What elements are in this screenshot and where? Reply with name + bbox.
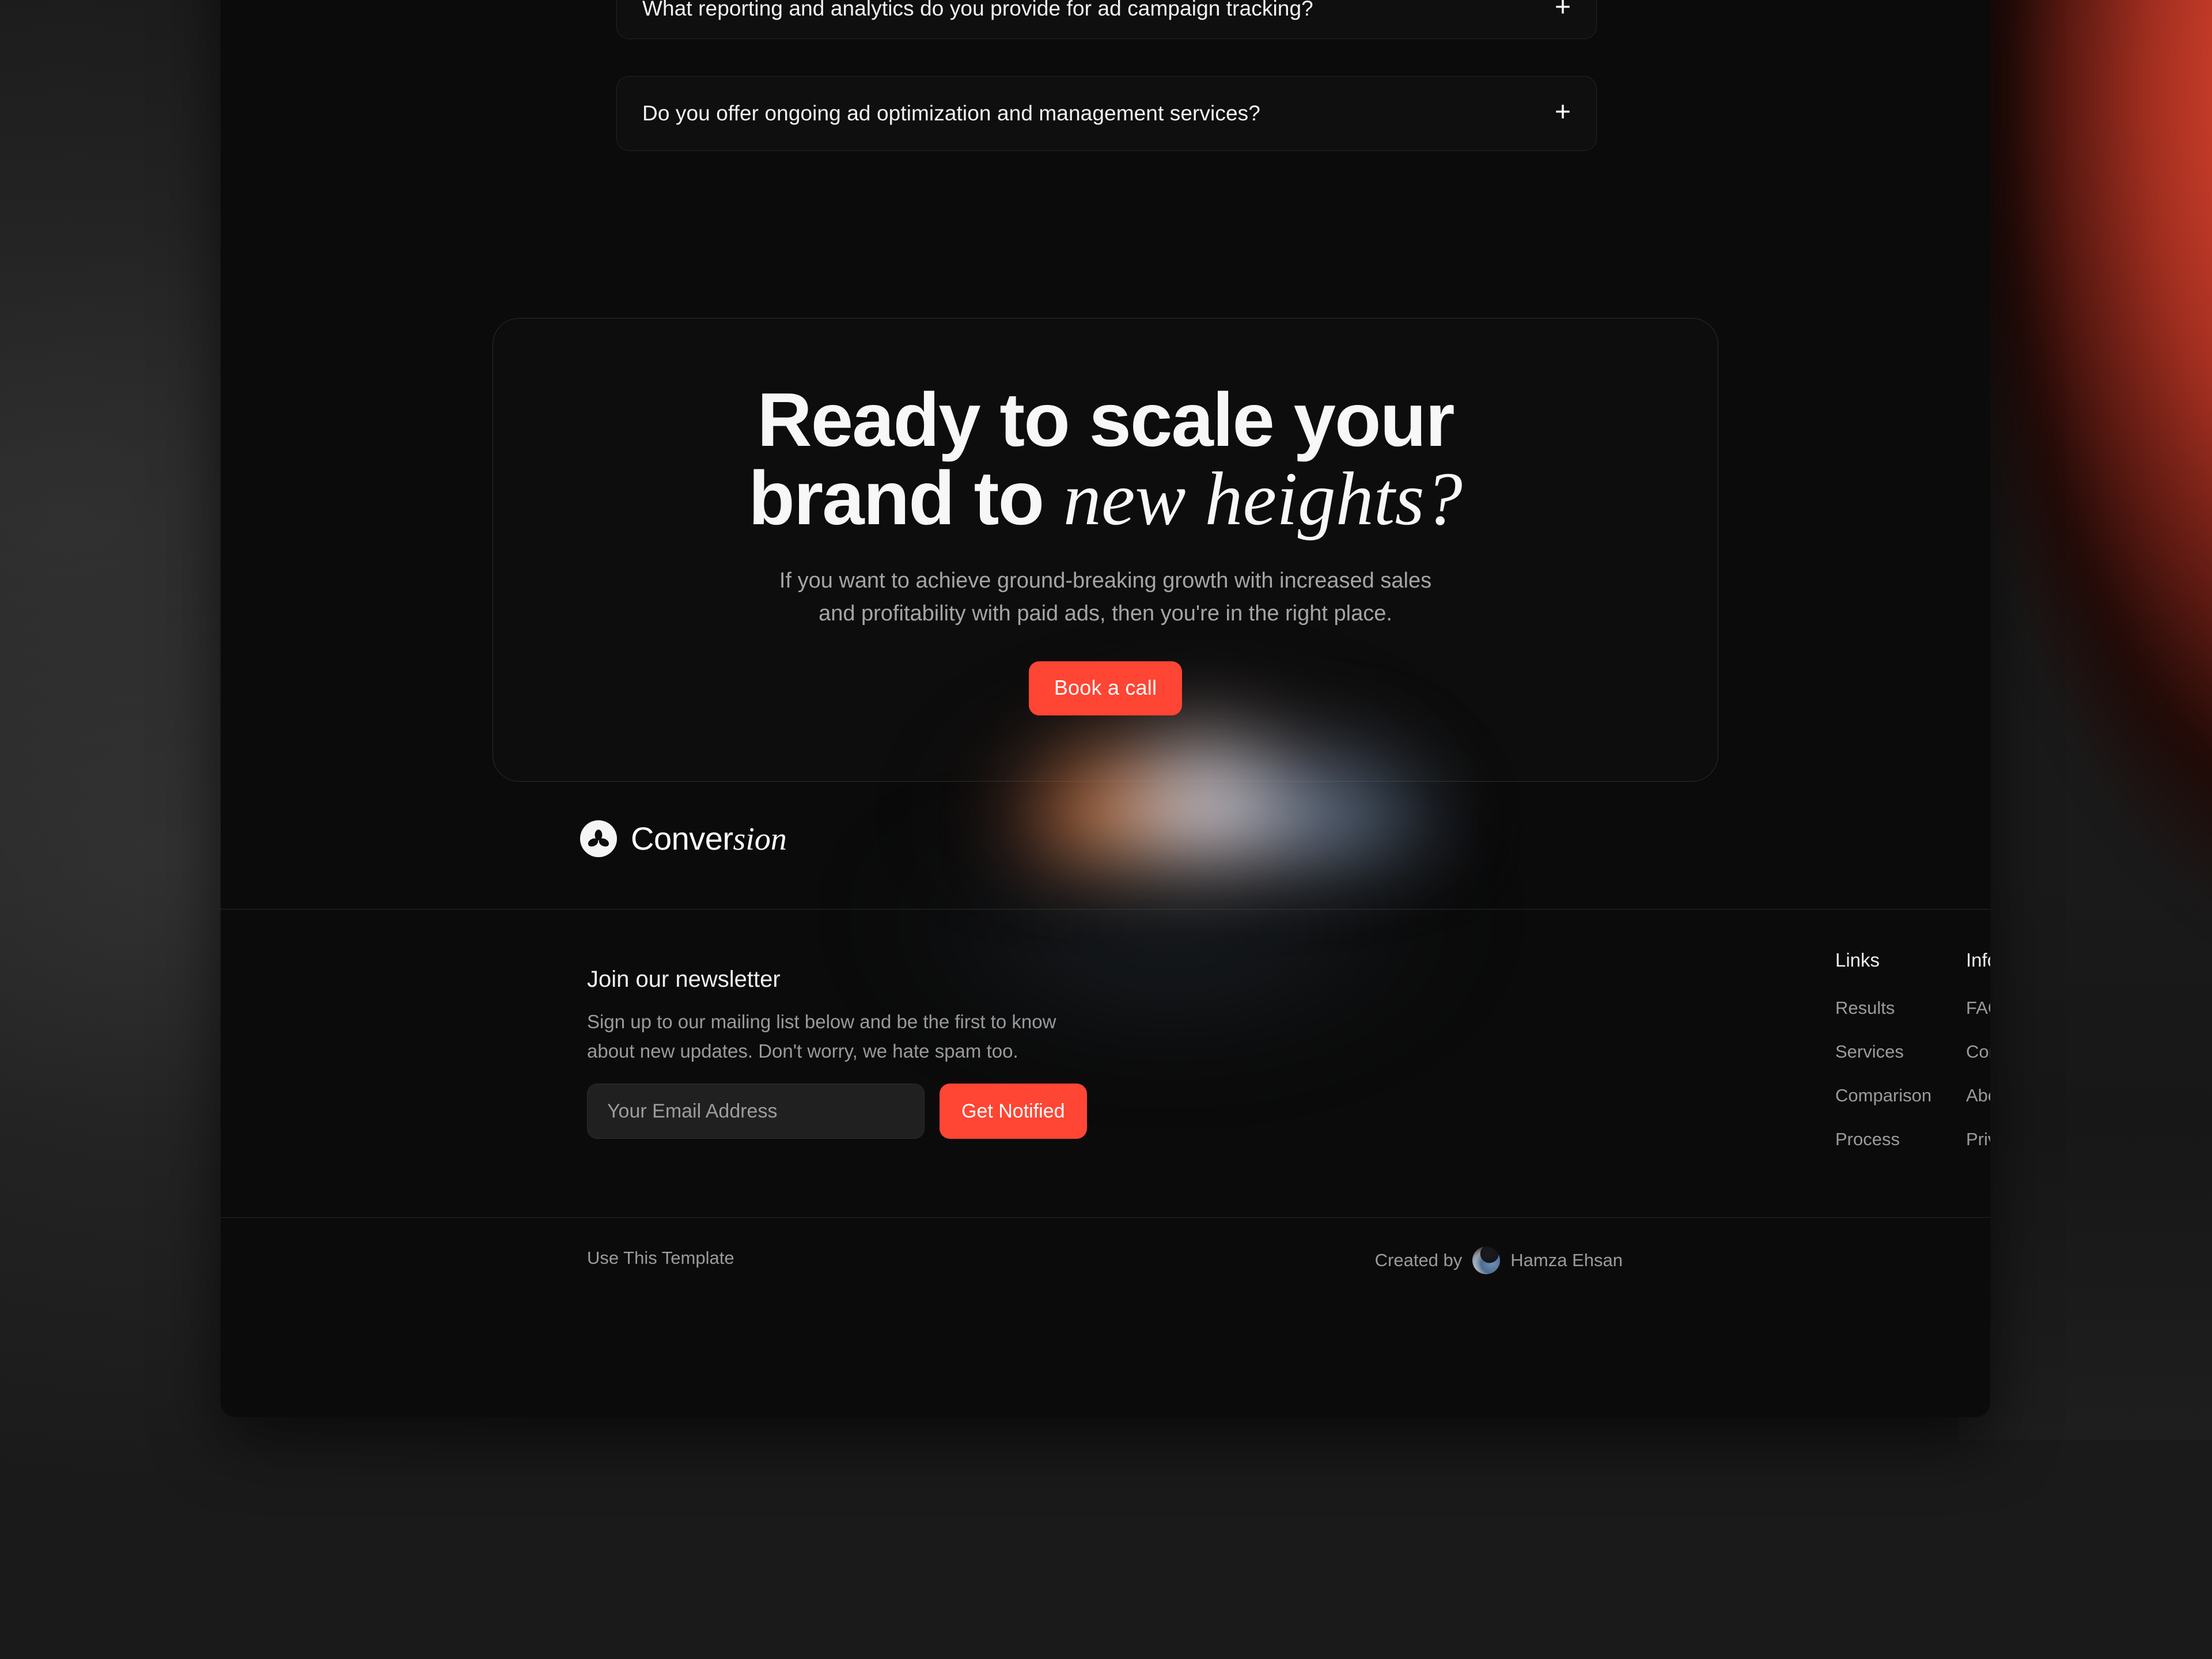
newsletter-title: Join our newsletter (587, 967, 781, 992)
email-input[interactable] (587, 1084, 925, 1139)
author-name: Hamza Ehsan (1510, 1250, 1623, 1270)
cta-heading-line-1: Ready to scale your (757, 377, 1455, 462)
site-footer (221, 887, 1990, 1417)
footer-column-links: Links Results Services Comparison Proces… (1835, 949, 1931, 1150)
footer-link-faq[interactable]: FAQ (1966, 998, 1990, 1018)
newsletter-description-line-2: about new updates. Don't worry, we hate … (587, 1040, 1018, 1062)
clover-leaf-logo-icon (580, 820, 617, 857)
plus-icon[interactable]: + (1555, 0, 1571, 21)
cta-subtitle-line-1: If you want to achieve ground-breaking g… (779, 568, 1432, 593)
newsletter-description-line-1: Sign up to our mailing list below and be… (587, 1011, 1056, 1032)
footer-link-results[interactable]: Results (1835, 998, 1931, 1018)
newsletter-description: Sign up to our mailing list below and be… (587, 1007, 1094, 1066)
footer-logo-text: Conversion (631, 820, 787, 858)
footer-link-comparison[interactable]: Comparison (1835, 1085, 1931, 1106)
faq-item[interactable]: What reporting and analytics do you prov… (616, 0, 1597, 39)
footer-column-title: Information (1966, 949, 1990, 971)
ambient-red-light (1970, 0, 2212, 1210)
author-avatar-photo (1472, 1247, 1501, 1274)
faq-question: Do you offer ongoing ad optimization and… (642, 101, 1260, 125)
faq-question: What reporting and analytics do you prov… (642, 0, 1313, 20)
logo-text-italic: sion (733, 821, 787, 857)
plus-icon[interactable]: + (1555, 99, 1571, 126)
footer-logo[interactable]: Conversion (580, 820, 787, 858)
logo-text-plain: Conver (631, 820, 733, 857)
get-notified-button[interactable]: Get Notified (940, 1084, 1087, 1139)
cta-heading-line-2: brand to new heights? (748, 459, 1463, 538)
ambient-red-fade (1959, 864, 2212, 1440)
footer-bottom-bar: Use This Template Created by Hamza Ehsan (221, 1217, 1990, 1301)
website-page-panel: What reporting and analytics do you prov… (221, 0, 1990, 1417)
desktop-backdrop: What reporting and analytics do you prov… (0, 0, 2212, 1659)
cta-heading: Ready to scale your brand to new heights… (748, 381, 1463, 538)
created-by-credit[interactable]: Created by Hamza Ehsan (1375, 1247, 1623, 1274)
footer-glow (739, 887, 1603, 1255)
footer-link-about-us[interactable]: About Us (1966, 1085, 1990, 1106)
footer-column-information: Information FAQ Contact Us About Us Priv… (1966, 949, 1990, 1150)
footer-link-contact-us[interactable]: Contact Us (1966, 1041, 1990, 1062)
footer-column-title: Links (1835, 949, 1880, 971)
book-a-call-button[interactable]: Book a call (1028, 661, 1183, 715)
cta-heading-plain: brand to (748, 455, 1063, 540)
cta-card: Ready to scale your brand to new heights… (493, 318, 1718, 782)
footer-link-process[interactable]: Process (1835, 1129, 1931, 1150)
faq-item[interactable]: Do you offer ongoing ad optimization and… (616, 76, 1597, 151)
cta-heading-italic: new heights? (1063, 456, 1463, 541)
created-by-label: Created by (1374, 1250, 1463, 1270)
footer-link-privacy-policy[interactable]: Privacy Policy (1966, 1129, 1990, 1150)
use-this-template-link[interactable]: Use This Template (587, 1248, 734, 1268)
cta-subtitle-line-2: and profitability with paid ads, then yo… (819, 601, 1392, 626)
cta-subtitle: If you want to achieve ground-breaking g… (779, 565, 1431, 630)
newsletter-form: Get Notified (587, 1084, 1087, 1139)
footer-link-services[interactable]: Services (1835, 1041, 1931, 1062)
